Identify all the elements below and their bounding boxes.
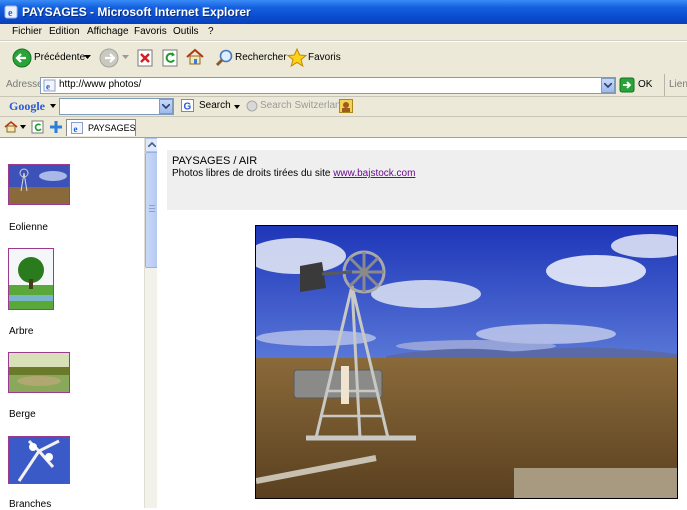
forward-dropdown-icon[interactable]: [122, 55, 129, 60]
popup-blocker-icon[interactable]: [339, 99, 353, 113]
windmill-thumbnail-image: [9, 165, 69, 204]
tab-menu-dropdown-icon[interactable]: [20, 125, 26, 129]
google-search-label: Search: [199, 100, 231, 111]
address-input[interactable]: e http://www photos/: [40, 77, 616, 94]
svg-text:G: G: [184, 102, 192, 113]
bajstock-link[interactable]: www.bajstock.com: [333, 168, 415, 179]
menu-affichage[interactable]: Affichage: [87, 26, 129, 37]
svg-text:e: e: [8, 8, 13, 19]
page-subtitle: Photos libres de droits tirées du site w…: [172, 168, 415, 179]
riverbank-thumbnail-image: [9, 353, 69, 392]
subtitle-text: Photos libres de droits tirées du site: [172, 168, 334, 179]
search-label: Rechercher: [235, 52, 287, 63]
menu-fichier[interactable]: Fichier: [12, 26, 42, 37]
windmill-photo-image: [256, 226, 677, 498]
refresh-button[interactable]: [161, 42, 181, 74]
favorites-star-icon: [287, 48, 307, 68]
page-favicon-icon: e: [43, 79, 56, 92]
thumbnail-label[interactable]: Branches: [9, 499, 51, 510]
thumbnail-berge[interactable]: [8, 352, 70, 393]
address-bar: Adresse e http://www photos/ OK Liens: [0, 74, 687, 97]
search-button[interactable]: Rechercher: [212, 42, 287, 74]
links-divider: [664, 74, 665, 96]
google-toolbar: Google G Search Search Switzerland: [0, 97, 687, 117]
main-photo: [255, 225, 678, 499]
stop-icon: [137, 49, 153, 67]
menu-outils[interactable]: Outils: [173, 26, 199, 37]
new-tab-plus-icon[interactable]: [49, 120, 63, 134]
google-search-button[interactable]: G Search: [180, 98, 242, 114]
go-label: OK: [638, 79, 653, 90]
back-button[interactable]: Précédente: [10, 42, 94, 74]
favorites-button[interactable]: Favoris: [286, 42, 342, 74]
refresh-icon: [162, 49, 178, 67]
chevron-down-icon: [604, 83, 612, 88]
thumbnail-eolienne[interactable]: [8, 164, 70, 205]
chevron-up-icon: [148, 142, 156, 147]
switzerland-search-icon: [246, 100, 258, 112]
page-title: PAYSAGES / AIR: [172, 155, 258, 167]
ie-app-icon: e: [4, 5, 18, 19]
menu-favoris[interactable]: Favoris: [134, 26, 167, 37]
google-menu-dropdown-icon[interactable]: [50, 104, 56, 108]
menu-help[interactable]: ?: [208, 26, 214, 37]
quick-tabs-home-icon[interactable]: [4, 120, 18, 134]
search-switzerland-button[interactable]: Search Switzerland: [246, 98, 346, 114]
google-search-input[interactable]: [59, 98, 174, 115]
address-url: http://www photos/: [59, 79, 142, 90]
address-label: Adresse: [6, 79, 43, 90]
content-frame: PAYSAGES / AIR Photos libres de droits t…: [157, 138, 687, 508]
thumbnail-label[interactable]: Eolienne: [9, 222, 48, 233]
svg-text:e: e: [46, 82, 50, 92]
thumbnail-arbre[interactable]: [8, 248, 54, 310]
google-search-dropdown-icon[interactable]: [234, 105, 240, 109]
window-title: PAYSAGES - Microsoft Internet Explorer: [22, 5, 251, 19]
address-dropdown-button[interactable]: [601, 78, 615, 93]
tab-paysages[interactable]: e PAYSAGES: [66, 119, 136, 136]
google-logo[interactable]: Google: [9, 99, 45, 114]
back-label: Précédente: [34, 52, 86, 63]
thumbnail-label[interactable]: Arbre: [9, 326, 33, 337]
tab-toolbar: e PAYSAGES: [0, 117, 687, 138]
page-header: PAYSAGES / AIR Photos libres de droits t…: [167, 150, 687, 210]
favorites-label: Favoris: [308, 52, 341, 63]
back-arrow-icon: [12, 48, 32, 68]
thumbnail-label[interactable]: Berge: [9, 409, 36, 420]
svg-text:e: e: [74, 124, 78, 134]
tab-label: PAYSAGES: [88, 123, 136, 133]
go-button[interactable]: OK: [619, 77, 661, 93]
menu-bar: Fichier Edition Affichage Favoris Outils…: [0, 24, 687, 41]
forward-button[interactable]: [98, 42, 129, 74]
standard-toolbar: Précédente Rechercher Favoris: [0, 41, 687, 75]
stop-button[interactable]: [136, 42, 156, 74]
search-magnifier-icon: [215, 49, 233, 67]
search-switzerland-label: Search Switzerland: [260, 100, 347, 111]
home-icon: [186, 48, 204, 65]
chevron-down-icon: [162, 104, 170, 109]
sidebar-scrollbar[interactable]: [144, 138, 159, 508]
go-arrow-icon: [619, 77, 635, 93]
thumbnail-branches[interactable]: [8, 436, 70, 484]
branches-thumbnail-image: [9, 437, 69, 483]
back-dropdown-icon[interactable]: [84, 55, 91, 60]
links-label[interactable]: Liens: [669, 79, 687, 90]
home-button[interactable]: [185, 42, 205, 74]
google-search-dropdown-button[interactable]: [159, 99, 173, 114]
thumbnail-sidebar: Eolienne Arbre Berge Branches: [0, 138, 144, 510]
tree-thumbnail-image: [9, 249, 53, 309]
forward-arrow-icon: [99, 48, 119, 68]
title-bar: e PAYSAGES - Microsoft Internet Explorer: [0, 0, 687, 24]
tab-favicon-icon: e: [71, 122, 83, 134]
tab-refresh-icon[interactable]: [31, 120, 45, 134]
google-g-icon: G: [181, 99, 194, 112]
menu-edition[interactable]: Edition: [49, 26, 80, 37]
